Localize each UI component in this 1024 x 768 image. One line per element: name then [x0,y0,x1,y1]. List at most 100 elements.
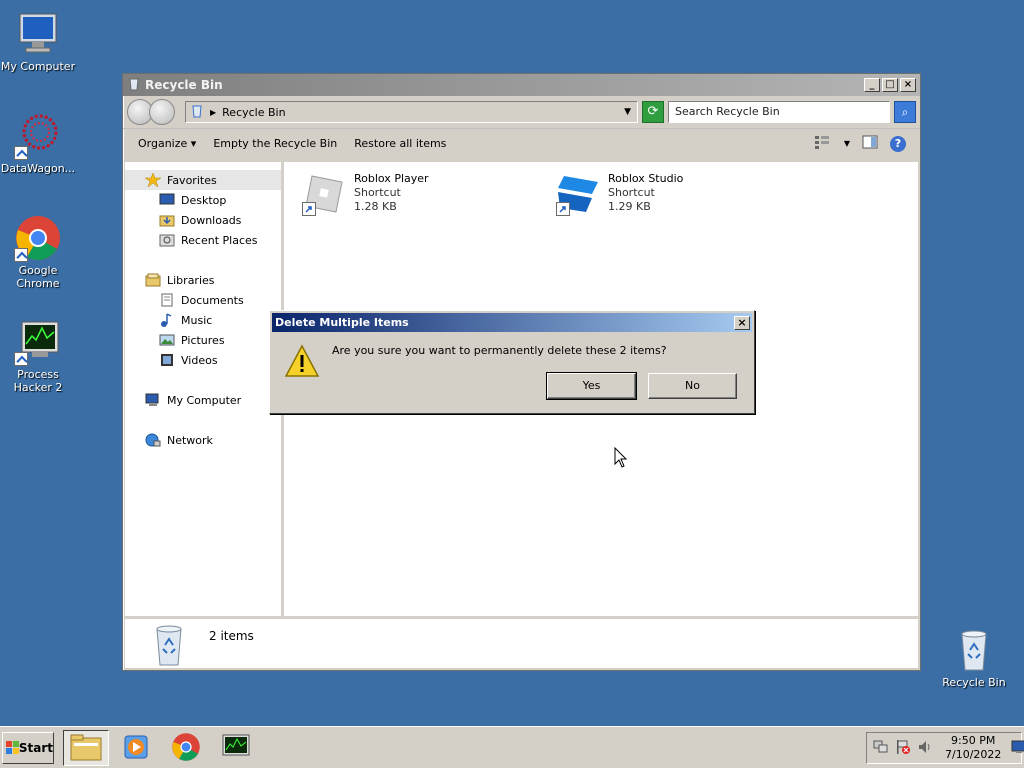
dialog-titlebar[interactable]: Delete Multiple Items × [272,313,752,332]
chrome-icon [14,214,62,262]
shortcut-arrow-icon [14,248,28,262]
nav-item-videos[interactable]: Videos [125,350,281,370]
roblox-studio-icon [556,172,600,216]
chevron-down-icon[interactable]: ▼ [624,107,631,117]
file-size: 1.29 KB [608,200,651,213]
nav-item-favorites[interactable]: Favorites [125,170,281,190]
videos-icon [159,353,175,367]
media-player-icon [122,733,150,764]
view-options-icon[interactable] [814,135,832,152]
window-titlebar[interactable]: Recycle Bin _ □ × [123,74,920,96]
maximize-button[interactable]: □ [882,78,898,92]
network-icon [145,433,161,447]
navigation-pane: Favorites Desktop Downloads Recent Place… [125,162,284,616]
shortcut-arrow-icon [556,202,570,216]
desktop-icon-process-hacker[interactable]: Process Hacker 2 [0,318,78,394]
nav-item-pictures[interactable]: Pictures [125,330,281,350]
yes-button[interactable]: Yes [546,372,637,400]
desktop-icon-label: DataWagon... [0,162,76,175]
recycle-bin-icon [950,626,998,674]
star-icon [144,172,162,188]
breadcrumb-chevron-icon[interactable]: ▶ [210,108,216,117]
file-item[interactable]: Roblox Studio Shortcut 1.29 KB [556,172,683,216]
nav-item-recent-places[interactable]: Recent Places [125,230,281,250]
desktop-icon-label: Recycle Bin [942,676,1006,689]
recycle-bin-small-icon [190,104,204,121]
computer-icon [14,10,62,58]
desktop-icon-datawagon[interactable]: DataWagon... [0,112,78,175]
taskbar-explorer-button[interactable] [63,730,109,766]
nav-item-libraries[interactable]: Libraries [125,270,281,290]
preview-pane-icon[interactable] [862,135,878,152]
address-bar: ▶ Recycle Bin ▼ ⟳ Search Recycle Bin ⌕ [123,96,920,128]
action-center-flag-icon[interactable] [895,739,911,758]
empty-recycle-bin-button[interactable]: Empty the Recycle Bin [213,137,337,150]
taskbar-chrome-button[interactable] [163,730,209,766]
nav-item-desktop[interactable]: Desktop [125,190,281,210]
item-count: 2 items [209,629,254,643]
nav-item-network[interactable]: Network [125,430,281,450]
folder-icon [69,732,103,765]
network-tray-icon[interactable] [873,739,889,758]
organize-menu[interactable]: Organize ▾ [138,137,196,150]
taskbar: Start 9:50 PM 7/10/2022 [0,726,1024,768]
mouse-cursor-icon [614,446,628,472]
documents-icon [159,293,175,307]
recycle-bin-small-icon [127,77,141,94]
desktop-icon-google-chrome[interactable]: Google Chrome [0,214,78,290]
nav-item-my-computer[interactable]: My Computer [125,390,281,410]
file-size: 1.28 KB [354,200,397,213]
file-type: Shortcut [608,186,655,199]
refresh-button[interactable]: ⟳ [642,101,664,123]
nav-item-documents[interactable]: Documents [125,290,281,310]
recent-places-icon [159,233,175,247]
roblox-player-icon [302,172,346,216]
dialog-close-button[interactable]: × [734,315,750,330]
libraries-icon [145,273,161,287]
window-title: Recycle Bin [145,78,223,92]
command-bar: Organize ▾ Empty the Recycle Bin Restore… [123,128,920,158]
pictures-icon [159,333,175,347]
address-field[interactable]: ▶ Recycle Bin ▼ [185,101,638,123]
recycle-bin-icon [149,623,189,670]
minimize-button[interactable]: _ [864,78,880,92]
restore-all-items-button[interactable]: Restore all items [354,137,446,150]
process-hacker-icon [14,318,62,366]
desktop-icon-label: My Computer [0,60,76,73]
file-name: Roblox Player [354,172,429,185]
search-button[interactable]: ⌕ [894,101,916,123]
taskbar-media-player-button[interactable] [113,730,159,766]
clock-time: 9:50 PM [951,734,996,747]
dialog-message: Are you sure you want to permanently del… [332,344,667,357]
close-button[interactable]: × [900,78,916,92]
no-button[interactable]: No [648,373,737,399]
dialog-title: Delete Multiple Items [275,316,409,329]
volume-icon[interactable] [917,739,933,758]
start-button[interactable]: Start [2,732,54,764]
help-icon[interactable]: ? [890,135,906,152]
desktop-icon-label: Process Hacker 2 [13,368,63,394]
windows-logo-icon [6,741,19,755]
clock[interactable]: 9:50 PM 7/10/2022 [945,734,1001,762]
details-pane: 2 items [125,616,918,668]
desktop-icon-my-computer[interactable]: My Computer [0,10,78,73]
file-item[interactable]: Roblox Player Shortcut 1.28 KB [302,172,429,216]
nav-item-downloads[interactable]: Downloads [125,210,281,230]
search-input[interactable]: Search Recycle Bin [668,101,890,123]
taskbar-process-hacker-button[interactable] [213,730,259,766]
clock-date: 7/10/2022 [945,748,1002,761]
desktop-icon-label: Google Chrome [16,264,60,290]
desktop-icon [159,193,175,207]
file-name: Roblox Studio [608,172,684,185]
chrome-icon [171,732,201,765]
forward-button[interactable] [149,99,175,125]
file-type: Shortcut [354,186,401,199]
chevron-down-icon[interactable]: ▼ [844,139,850,148]
address-text: Recycle Bin [222,105,286,119]
show-desktop-icon[interactable] [1011,740,1024,757]
desktop-icon-recycle-bin[interactable]: Recycle Bin [934,626,1014,689]
delete-confirmation-dialog: Delete Multiple Items × Are you sure you… [269,310,755,414]
datawagon-icon [14,112,62,160]
nav-item-music[interactable]: Music [125,310,281,330]
shortcut-arrow-icon [14,352,28,366]
